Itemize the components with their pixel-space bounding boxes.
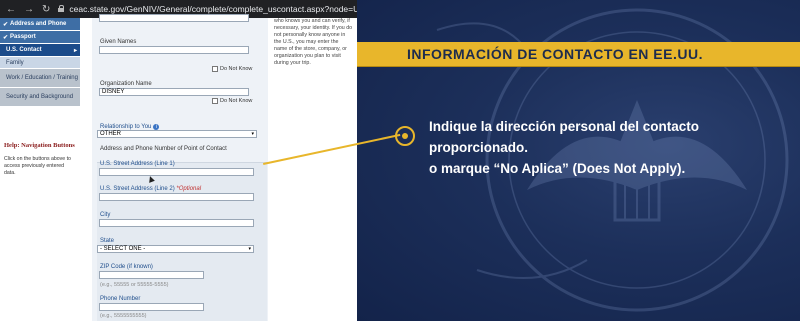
given-names-label: Given Names [100, 39, 137, 45]
nav-item-us-contact[interactable]: U.S. Contact ▸ [0, 44, 80, 56]
street1-label: U.S. Street Address (Line 1) [100, 161, 175, 167]
help-title: Help: Navigation Buttons [4, 142, 75, 149]
nav-item-label: Passport [10, 34, 36, 40]
org-name-field[interactable]: DISNEY [99, 88, 249, 96]
nav-item-family[interactable]: Family [0, 57, 80, 68]
relationship-select[interactable]: OTHER ▾ [97, 130, 257, 138]
phone-field[interactable] [99, 303, 204, 311]
surname-field[interactable] [99, 14, 249, 22]
main-content: Given Names Do Not Know Organization Nam… [80, 14, 357, 321]
reload-icon[interactable]: ↻ [42, 4, 50, 15]
do-not-know-checkbox[interactable] [212, 98, 218, 104]
state-select[interactable]: - SELECT ONE - ▾ [97, 245, 254, 253]
banner-title: INFORMACIÓN DE CONTACTO EN EE.UU. [407, 46, 703, 62]
form-column: Given Names Do Not Know Organization Nam… [92, 14, 268, 321]
city-label: City [100, 212, 111, 218]
street1-field[interactable] [99, 168, 254, 176]
do-not-know-label: Do Not Know [220, 66, 253, 72]
optional-tag: *Optional [176, 186, 202, 192]
chevron-down-icon: ▾ [251, 131, 254, 137]
back-icon[interactable]: ← [6, 4, 16, 15]
help-box: Help: Navigation Buttons Click on the bu… [0, 142, 80, 177]
phone-label: Phone Number [100, 296, 141, 302]
street2-text: U.S. Street Address (Line 2) [100, 186, 175, 192]
caption-line-2: o marque “No Aplica” (Does Not Apply). [429, 161, 686, 176]
street2-label: U.S. Street Address (Line 2) *Optional [100, 186, 201, 192]
org-name-label: Organization Name [100, 81, 152, 87]
given-names-field[interactable] [99, 46, 249, 54]
nav-item-security[interactable]: Security and Background [0, 88, 80, 106]
video-overlay-panel: INFORMACIÓN DE CONTACTO EN EE.UU. Indiqu… [357, 0, 800, 321]
url-text: ceac.state.gov/GenNIV/General/complete/c… [69, 4, 357, 14]
address-bar[interactable]: ceac.state.gov/GenNIV/General/complete/c… [58, 4, 357, 14]
caption: Indique la dirección personal del contac… [429, 116, 789, 179]
web-page: Address and Phone Passport U.S. Contact ▸… [0, 14, 357, 321]
state-label: State [100, 238, 115, 244]
caption-line-1: Indique la dirección personal del contac… [429, 119, 700, 155]
zip-field[interactable] [99, 271, 204, 279]
nav-item-work-education[interactable]: Work / Education / Training [0, 69, 80, 87]
help-text: Click on the buttons above to access pre… [4, 156, 71, 176]
nav-item-label: Address and Phone [10, 21, 67, 27]
city-field[interactable] [99, 219, 254, 227]
nav-item-passport[interactable]: Passport [0, 31, 80, 43]
do-not-know-1[interactable]: Do Not Know [212, 66, 252, 72]
forward-icon[interactable]: → [24, 4, 34, 15]
browser-window: ← → ↻ ceac.state.gov/GenNIV/General/comp… [0, 0, 357, 321]
nav-item-label: Security and Background [6, 93, 74, 100]
nav-item-address-phone[interactable]: Address and Phone [0, 18, 80, 30]
chevron-down-icon: ▾ [248, 246, 251, 252]
zip-label: ZIP Code (if known) [100, 264, 153, 270]
do-not-know-checkbox[interactable] [212, 66, 218, 72]
lock-icon [58, 5, 65, 13]
left-navigation: Address and Phone Passport U.S. Contact ▸… [0, 18, 80, 321]
help-side-panel: who knows you and can verify, if necessa… [272, 18, 355, 98]
state-value: - SELECT ONE - [100, 246, 146, 252]
street2-field[interactable] [99, 193, 254, 201]
relationship-value: OTHER [100, 131, 121, 137]
address-section-label: Address and Phone Number of Point of Con… [100, 146, 227, 152]
chevron-right-icon: ▸ [73, 47, 77, 54]
do-not-know-label: Do Not Know [220, 98, 253, 104]
nav-item-label: Family [6, 59, 24, 66]
nav-item-label: Work / Education / Training [6, 74, 78, 81]
phone-hint: (e.g., 5555555555) [100, 313, 147, 319]
zip-hint: (e.g., 55555 or 55555-5555) [100, 282, 169, 288]
do-not-know-2[interactable]: Do Not Know [212, 98, 252, 104]
nav-item-label: U.S. Contact [6, 47, 42, 53]
